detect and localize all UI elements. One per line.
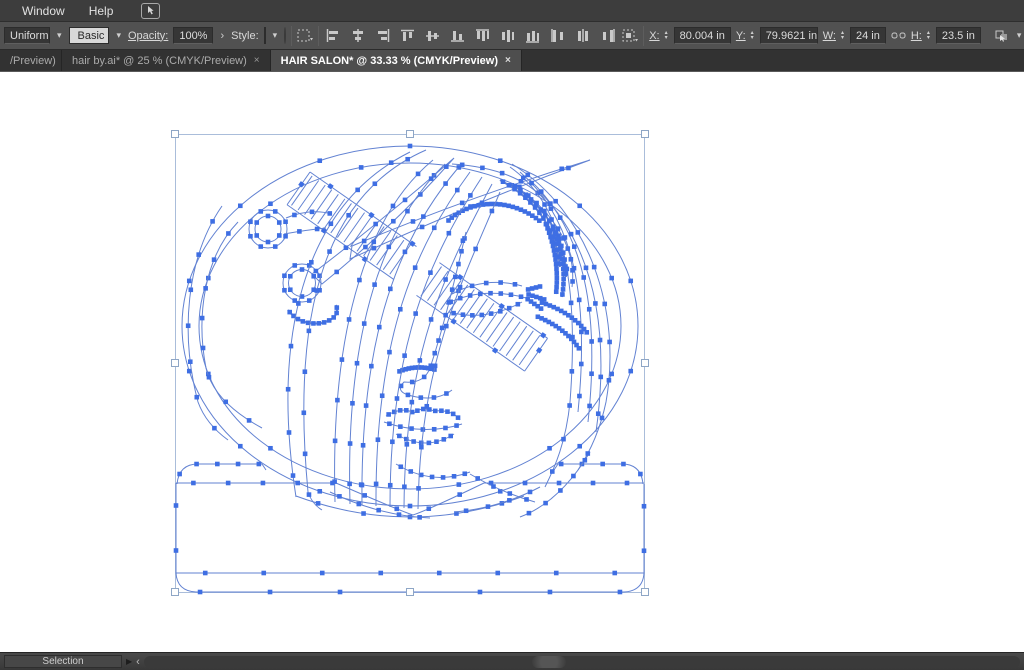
control-bar: Uniform ▾ Basic ▾ Opacity: 100% › Style:… xyxy=(0,22,1024,50)
menu-help[interactable]: Help xyxy=(79,2,124,20)
selection-handle-ne[interactable] xyxy=(642,131,649,138)
style-swatch[interactable] xyxy=(264,27,266,44)
dist-top-icon[interactable] xyxy=(474,27,492,45)
status-display-select[interactable]: Selection xyxy=(4,655,122,668)
selection-handle-sw[interactable] xyxy=(172,589,179,596)
menu-bar: Window Help xyxy=(0,0,1024,22)
recolor-artwork-icon[interactable] xyxy=(284,27,286,44)
dist-h-center-icon[interactable] xyxy=(574,27,592,45)
document-tab-strip: /Preview) × hair by.ai* @ 25 % (CMYK/Pre… xyxy=(0,50,1024,72)
separator xyxy=(643,26,644,46)
align-left-icon[interactable] xyxy=(324,27,342,45)
constrain-proportions-broken-link-icon[interactable] xyxy=(891,27,906,45)
arrange-documents-icon[interactable] xyxy=(141,3,160,19)
align-icon-group xyxy=(324,27,617,45)
hair-salon-logo-artwork[interactable] xyxy=(174,144,647,595)
status-selection-label: Selection xyxy=(42,656,83,667)
tab-close-icon[interactable]: × xyxy=(505,55,511,66)
dist-left-icon[interactable] xyxy=(549,27,567,45)
opacity-label[interactable]: Opacity: xyxy=(128,30,168,42)
opacity-input[interactable]: 100% xyxy=(173,27,213,44)
opacity-more-icon[interactable]: › xyxy=(218,30,226,42)
h-stepper[interactable]: ▴▾ xyxy=(927,31,930,41)
stroke-profile-select[interactable]: Uniform xyxy=(4,27,50,44)
selection-handle-nw[interactable] xyxy=(172,131,179,138)
align-h-center-icon[interactable] xyxy=(349,27,367,45)
separator xyxy=(318,26,319,46)
brush-definition-select[interactable]: Basic xyxy=(69,27,110,44)
align-to-artboard-icon[interactable] xyxy=(622,27,638,45)
comb[interactable] xyxy=(284,169,551,375)
align-top-icon[interactable] xyxy=(399,27,417,45)
scroll-left-arrow-icon[interactable]: ‹ xyxy=(136,657,140,667)
align-v-middle-icon[interactable] xyxy=(424,27,442,45)
selection-bounding-box xyxy=(176,135,645,593)
logo-oval[interactable] xyxy=(182,144,638,509)
transform-options-chevron-icon[interactable]: ▾ xyxy=(1015,30,1024,41)
document-tab-label: hair by.ai* @ 25 % (CMYK/Preview) xyxy=(72,55,247,67)
dist-bottom-icon[interactable] xyxy=(524,27,542,45)
style-label: Style: xyxy=(231,30,259,42)
selection-handle-n[interactable] xyxy=(407,131,414,138)
artboard-canvas[interactable] xyxy=(0,72,1024,652)
dist-v-center-icon[interactable] xyxy=(499,27,517,45)
x-input[interactable]: 80.004 in xyxy=(674,27,731,44)
scrollbar-thumb[interactable] xyxy=(532,656,566,668)
banner-ribbon[interactable] xyxy=(174,462,647,595)
selection-handle-s[interactable] xyxy=(407,589,414,596)
selection-handle-e[interactable] xyxy=(642,360,649,367)
document-tab-label: HAIR SALON* @ 33.33 % (CMYK/Preview) xyxy=(281,55,498,67)
document-tab[interactable]: /Preview) × xyxy=(0,50,62,71)
select-similar-icon[interactable] xyxy=(297,27,313,45)
y-stepper[interactable]: ▴▾ xyxy=(751,31,754,41)
w-stepper[interactable]: ▴▾ xyxy=(841,31,844,41)
tab-close-icon[interactable]: × xyxy=(254,55,260,66)
style-chevron-icon[interactable]: ▾ xyxy=(271,30,280,41)
align-right-icon[interactable] xyxy=(374,27,392,45)
status-bar: Selection ▶ ‹ xyxy=(0,652,1024,670)
selection-handle-w[interactable] xyxy=(172,360,179,367)
w-input[interactable]: 24 in xyxy=(850,27,886,44)
h-label[interactable]: H: xyxy=(911,30,922,42)
selection-handle-se[interactable] xyxy=(642,589,649,596)
brush-name: Basic xyxy=(78,30,105,42)
w-label[interactable]: W: xyxy=(823,30,836,42)
document-tab[interactable]: hair by.ai* @ 25 % (CMYK/Preview) × xyxy=(62,50,271,71)
stroke-profile-chevron-icon[interactable]: ▾ xyxy=(55,30,64,41)
brush-chevron-icon[interactable]: ▾ xyxy=(114,30,123,41)
separator xyxy=(291,26,292,46)
h-input[interactable]: 23.5 in xyxy=(936,27,981,44)
x-label[interactable]: X: xyxy=(649,30,659,42)
x-stepper[interactable]: ▴▾ xyxy=(665,31,668,41)
y-label[interactable]: Y: xyxy=(736,30,746,42)
document-tab[interactable]: HAIR SALON* @ 33.33 % (CMYK/Preview) × xyxy=(271,50,522,71)
document-tab-label: /Preview) xyxy=(10,55,56,67)
align-bottom-icon[interactable] xyxy=(449,27,467,45)
menu-window[interactable]: Window xyxy=(12,2,75,20)
artwork-svg xyxy=(0,72,1024,652)
transform-options-icon[interactable] xyxy=(994,27,1010,45)
selection-handles xyxy=(172,131,649,596)
horizontal-scrollbar[interactable] xyxy=(144,656,1020,668)
status-menu-arrow-icon[interactable]: ▶ xyxy=(126,657,132,666)
dist-right-icon[interactable] xyxy=(599,27,617,45)
y-input[interactable]: 79.9621 in xyxy=(760,27,818,44)
